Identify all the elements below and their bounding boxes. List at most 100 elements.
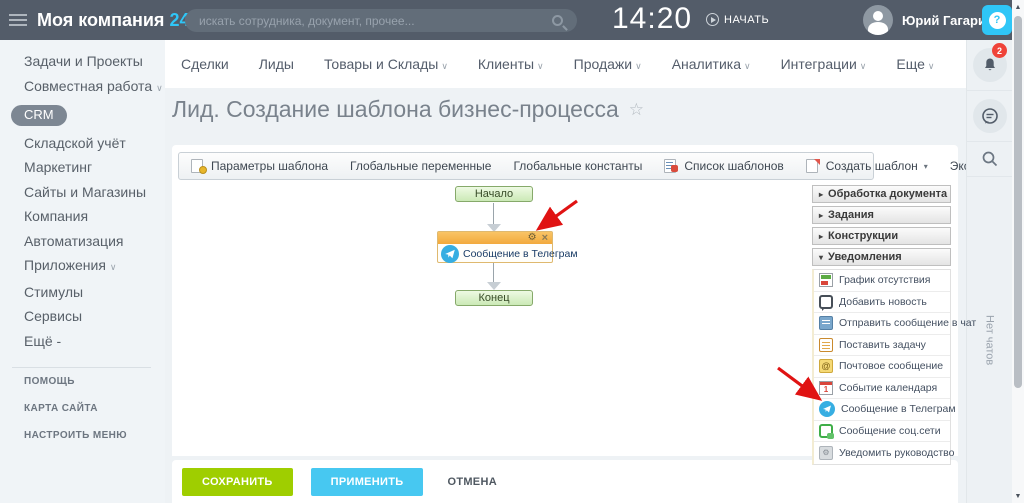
sidebar-item-label: Компания <box>24 208 88 224</box>
notifications-badge: 2 <box>992 43 1007 58</box>
notify-management-icon: ⚙ <box>819 446 833 460</box>
flow-start-node[interactable]: Начало <box>455 186 533 202</box>
palette-item-label: Почтовое сообщение <box>839 360 943 372</box>
sidebar-item-label: Приложения <box>24 257 106 273</box>
notifications-button[interactable]: 2 <box>967 40 1012 91</box>
section-label: Обработка документа <box>828 188 947 200</box>
rail-search-button[interactable] <box>967 142 1012 177</box>
palette-item-telegram-message[interactable]: Сообщение в Телеграм <box>814 399 950 421</box>
create-template-button[interactable]: Создать шаблон ▾ <box>806 159 928 173</box>
add-news-icon <box>819 295 833 309</box>
tab-integrations[interactable]: Интеграции∨ <box>781 56 867 72</box>
sidebar-item-sites[interactable]: Сайты и Магазины <box>0 180 165 205</box>
toolbar-label: Глобальные константы <box>513 159 642 173</box>
sidebar-item-label: Автоматизация <box>24 233 123 249</box>
sidebar-item-apps[interactable]: Приложения∨ <box>0 253 165 280</box>
caret-right-icon: ▸ <box>819 211 823 220</box>
crm-navbar: Сделки Лиды Товары и Склады∨ Клиенты∨ Пр… <box>165 40 966 88</box>
chevron-down-icon: ∨ <box>860 61 867 71</box>
flow-arrowhead-icon <box>487 282 501 290</box>
caret-right-icon: ▸ <box>819 190 823 199</box>
company-name: Моя компания <box>37 10 164 30</box>
sidebar-item-automation[interactable]: Автоматизация <box>0 229 165 254</box>
sidebar-item-collaboration[interactable]: Совместная работа∨ <box>0 74 165 101</box>
global-constants-button[interactable]: Глобальные константы <box>513 159 642 173</box>
toolbar-label: Параметры шаблона <box>211 159 328 173</box>
company-logo[interactable]: Моя компания 24 <box>37 10 189 31</box>
tab-label: Продажи <box>574 56 632 72</box>
flow-end-node[interactable]: Конец <box>455 290 533 306</box>
sidebar-item-tasks[interactable]: Задачи и Проекты <box>0 40 165 74</box>
sidebar-configure-menu-link[interactable]: НАСТРОИТЬ МЕНЮ <box>0 422 165 449</box>
section-document-processing[interactable]: ▸ Обработка документа <box>812 185 951 203</box>
template-list-button[interactable]: Список шаблонов <box>664 159 783 173</box>
sidebar-item-incentives[interactable]: Стимулы <box>0 280 165 305</box>
sidebar-item-company[interactable]: Компания <box>0 204 165 229</box>
palette-item-label: Отправить сообщение в чат <box>839 317 976 329</box>
favorite-star-icon[interactable]: ☆ <box>629 100 644 120</box>
flow-connector <box>493 203 494 224</box>
palette-item-notify-management[interactable]: ⚙Уведомить руководство <box>814 442 950 464</box>
task-icon <box>819 338 833 352</box>
tab-label: Интеграции <box>781 56 857 72</box>
tab-leads[interactable]: Лиды <box>259 56 294 72</box>
sidebar-item-marketing[interactable]: Маркетинг <box>0 155 165 180</box>
page-title: Лид. Создание шаблона бизнес-процесса <box>172 96 619 123</box>
no-chats-label: Нет чатов <box>967 280 1012 400</box>
section-label: Конструкции <box>828 230 898 242</box>
page-scrollbar[interactable]: ▲ ▼ <box>1012 0 1024 503</box>
scrollbar-thumb[interactable] <box>1014 16 1022 388</box>
palette-item-calendar-event[interactable]: 1Событие календаря <box>814 378 950 400</box>
sidebar-help-link[interactable]: ПОМОЩЬ <box>0 368 165 395</box>
flow-connector <box>493 263 494 282</box>
tab-sales[interactable]: Продажи∨ <box>574 56 642 72</box>
global-search[interactable] <box>185 9 577 32</box>
section-tasks[interactable]: ▸Задания <box>812 206 951 224</box>
flow-activity-telegram[interactable]: ⚙ × Сообщение в Телеграм <box>437 231 553 263</box>
play-icon <box>706 13 719 26</box>
search-input[interactable] <box>185 14 552 28</box>
chat-button[interactable] <box>967 91 1012 142</box>
sidebar-item-label: Стимулы <box>24 284 83 300</box>
gear-icon[interactable]: ⚙ <box>528 233 537 243</box>
scroll-down-icon[interactable]: ▼ <box>1012 493 1024 500</box>
save-button[interactable]: СОХРАНИТЬ <box>182 468 293 496</box>
tab-deals[interactable]: Сделки <box>181 56 229 72</box>
sidebar-item-more[interactable]: Ещё - <box>0 329 165 354</box>
section-label: Уведомления <box>828 251 902 263</box>
palette-item-label: Добавить новость <box>839 296 927 308</box>
tab-products[interactable]: Товары и Склады∨ <box>324 56 448 72</box>
close-icon[interactable]: × <box>542 234 548 243</box>
help-button[interactable]: ? <box>982 5 1012 35</box>
tab-analytics[interactable]: Аналитика∨ <box>672 56 751 72</box>
palette-item-absence-chart[interactable]: График отсутствия <box>814 270 950 292</box>
sidebar-item-label: Сайты и Магазины <box>24 184 146 200</box>
question-icon: ? <box>989 12 1006 29</box>
tab-more[interactable]: Еще∨ <box>896 56 934 72</box>
apply-button[interactable]: ПРИМЕНИТЬ <box>311 468 424 496</box>
tab-clients[interactable]: Клиенты∨ <box>478 56 544 72</box>
toolbar-label: Список шаблонов <box>684 159 783 173</box>
scroll-up-icon[interactable]: ▲ <box>1012 4 1024 11</box>
tab-label: Сделки <box>181 56 229 72</box>
palette-item-create-task[interactable]: Поставить задачу <box>814 335 950 357</box>
sidebar-item-crm[interactable]: CRM <box>0 100 165 131</box>
toolbar-label: Глобальные переменные <box>350 159 491 173</box>
palette-item-chat-message[interactable]: Отправить сообщение в чат <box>814 313 950 335</box>
cancel-button[interactable]: ОТМЕНА <box>441 468 502 496</box>
sidebar-sitemap-link[interactable]: КАРТА САЙТА <box>0 395 165 422</box>
start-workday-button[interactable]: НАЧАТЬ <box>706 13 769 26</box>
hamburger-menu-icon[interactable] <box>9 14 27 26</box>
avatar[interactable] <box>863 5 893 35</box>
palette-item-mail-message[interactable]: @Почтовое сообщение <box>814 356 950 378</box>
sidebar-item-inventory[interactable]: Складской учёт <box>0 131 165 156</box>
page-title-row: Лид. Создание шаблона бизнес-процесса ☆ <box>172 96 644 123</box>
section-constructions[interactable]: ▸Конструкции <box>812 227 951 245</box>
sidebar-item-label: Ещё - <box>24 333 61 349</box>
palette-item-social-message[interactable]: Сообщение соц.сети <box>814 421 950 443</box>
sidebar-item-services[interactable]: Сервисы <box>0 304 165 329</box>
section-notifications[interactable]: ▾Уведомления <box>812 248 951 266</box>
template-params-button[interactable]: Параметры шаблона <box>191 159 328 173</box>
global-variables-button[interactable]: Глобальные переменные <box>350 159 491 173</box>
palette-item-add-news[interactable]: Добавить новость <box>814 292 950 314</box>
